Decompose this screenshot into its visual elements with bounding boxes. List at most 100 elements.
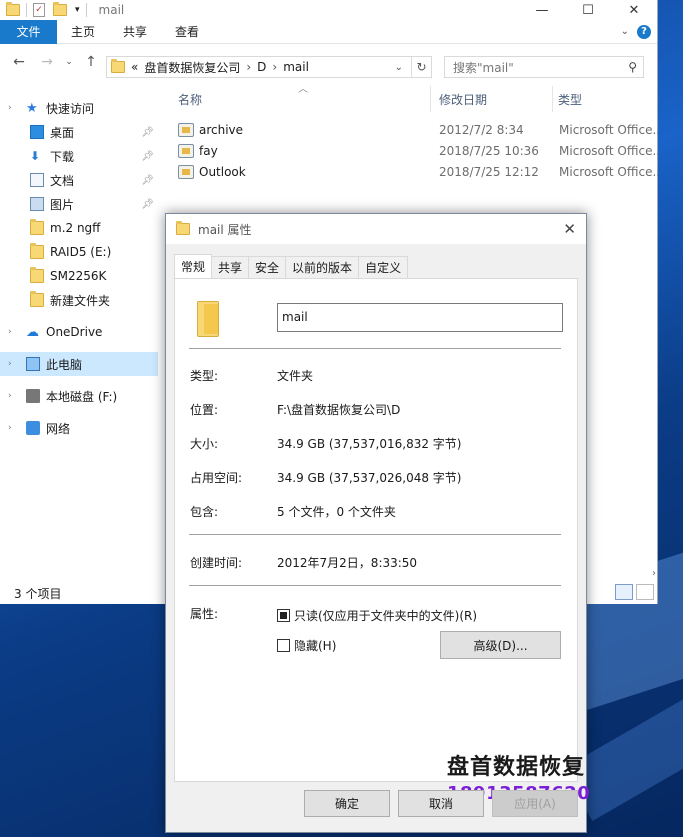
sidebar-item-label: SM2256K xyxy=(50,269,107,283)
location-label: 位置: xyxy=(190,403,219,417)
search-input[interactable]: 搜索"mail" ⚲ xyxy=(444,56,644,78)
expand-chevron-icon[interactable]: › xyxy=(8,391,12,401)
search-placeholder: 搜索"mail" xyxy=(453,60,514,75)
created-label: 创建时间: xyxy=(190,556,243,570)
quick-access-dropdown-icon[interactable]: ▾ xyxy=(75,5,80,15)
breadcrumb-item[interactable]: mail xyxy=(283,60,309,74)
sidebar-item-desktop[interactable]: 桌面 📌︎ xyxy=(0,120,158,144)
file-name: fay xyxy=(199,143,218,158)
hidden-label: 隐藏(H) xyxy=(294,639,337,653)
divider xyxy=(189,348,561,349)
column-header-date[interactable]: 修改日期 xyxy=(439,91,487,108)
file-row[interactable]: archive 2012/7/2 8:34 Microsoft Office..… xyxy=(160,119,658,140)
sidebar-item-onedrive[interactable]: › ☁ OneDrive xyxy=(0,320,158,344)
sidebar-item-label: 桌面 xyxy=(50,125,75,140)
tab-general[interactable]: 常规 xyxy=(174,254,213,278)
window-title: mail xyxy=(98,3,125,17)
minimize-button[interactable]: — xyxy=(519,0,565,20)
type-label: 类型: xyxy=(190,369,219,383)
maximize-button[interactable]: ☐ xyxy=(565,0,611,20)
sidebar-item-label: OneDrive xyxy=(46,325,103,339)
ok-button[interactable]: 确定 xyxy=(304,790,390,817)
contains-value: 5 个文件，0 个文件夹 xyxy=(277,505,396,519)
scroll-right-icon[interactable]: › xyxy=(652,568,656,579)
folder-icon xyxy=(30,291,44,307)
sidebar-item-sm2256k[interactable]: SM2256K xyxy=(0,264,158,288)
tab-view[interactable]: 查看 xyxy=(161,23,213,40)
forward-arrow-icon[interactable]: → xyxy=(36,54,58,70)
folder-icon xyxy=(111,59,125,73)
tab-previous-versions[interactable]: 以前的版本 xyxy=(285,256,360,278)
folder-icon xyxy=(176,221,190,235)
breadcrumb-item[interactable]: D xyxy=(257,60,266,74)
column-header-name[interactable]: 名称 xyxy=(178,91,202,108)
sidebar-item-new-folder[interactable]: 新建文件夹 xyxy=(0,288,158,312)
file-type: Microsoft Office... xyxy=(559,122,658,137)
readonly-checkbox[interactable]: 只读(仅应用于文件夹中的文件)(R) xyxy=(277,607,477,624)
checkbox-indeterminate[interactable] xyxy=(277,609,290,622)
help-icon[interactable]: ? xyxy=(637,24,651,39)
view-toggle xyxy=(615,584,654,600)
tab-customize[interactable]: 自定义 xyxy=(358,256,409,278)
sidebar-item-local-disk[interactable]: › 本地磁盘 (F:) xyxy=(0,384,158,408)
search-icon: ⚲ xyxy=(628,60,637,74)
tab-home[interactable]: 主页 xyxy=(57,23,109,40)
size-value: 34.9 GB (37,537,016,832 字节) xyxy=(277,437,462,451)
close-button[interactable]: ✕ xyxy=(611,0,657,20)
dialog-tabs: 常规 共享 安全 以前的版本 自定义 xyxy=(174,254,409,278)
ribbon-expand-icon[interactable]: ⌄ xyxy=(621,26,629,37)
file-row[interactable]: fay 2018/7/25 10:36 Microsoft Office... xyxy=(160,140,658,161)
tab-sharing[interactable]: 共享 xyxy=(211,256,250,278)
pin-icon: 📌︎ xyxy=(141,198,154,210)
sidebar-item-quick-access[interactable]: › ★ 快速访问 xyxy=(0,96,158,120)
breadcrumb-overflow[interactable]: « xyxy=(131,60,138,74)
address-dropdown-icon[interactable]: ⌄ xyxy=(395,62,405,73)
tab-share[interactable]: 共享 xyxy=(109,23,161,40)
expand-chevron-icon[interactable]: › xyxy=(8,359,12,369)
cancel-button[interactable]: 取消 xyxy=(398,790,484,817)
tab-file[interactable]: 文件 xyxy=(0,19,57,44)
sidebar-item-raid5[interactable]: RAID5 (E:) xyxy=(0,240,158,264)
up-arrow-icon[interactable]: ↑ xyxy=(80,54,102,70)
recent-locations-chevron-icon[interactable]: ⌄ xyxy=(64,57,74,67)
column-headers: ︿ 名称 修改日期 类型 xyxy=(160,84,658,114)
back-arrow-icon[interactable]: ← xyxy=(8,54,30,70)
contains-label: 包含: xyxy=(190,505,219,519)
refresh-icon[interactable]: ↻ xyxy=(411,57,431,77)
tab-security[interactable]: 安全 xyxy=(248,256,287,278)
outlook-data-file-icon xyxy=(178,164,194,179)
advanced-button[interactable]: 高级(D)... xyxy=(440,631,561,659)
large-icons-view-icon[interactable] xyxy=(636,584,654,600)
window-controls: — ☐ ✕ xyxy=(519,0,657,20)
details-view-icon[interactable] xyxy=(615,584,633,600)
sidebar-item-downloads[interactable]: ⬇ 下载 📌︎ xyxy=(0,144,158,168)
sidebar-item-m2-ngff[interactable]: m.2 ngff xyxy=(0,216,158,240)
download-icon: ⬇ xyxy=(30,149,41,163)
sidebar-item-documents[interactable]: 文档 📌︎ xyxy=(0,168,158,192)
breadcrumb-item[interactable]: 盘首数据恢复公司 xyxy=(144,59,240,76)
attributes-label: 属性: xyxy=(190,607,219,621)
folder-name-field[interactable]: mail xyxy=(277,303,563,332)
location-value: F:\盘首数据恢复公司\D xyxy=(277,403,401,417)
expand-chevron-icon[interactable]: › xyxy=(8,423,12,433)
sidebar-item-network[interactable]: › 网络 xyxy=(0,416,158,440)
created-value: 2012年7月2日，8:33:50 xyxy=(277,556,418,570)
new-folder-quick-icon[interactable] xyxy=(53,2,67,16)
close-icon[interactable]: ✕ xyxy=(563,220,576,238)
sidebar-item-this-pc[interactable]: › 此电脑 xyxy=(0,352,158,376)
breadcrumb-separator-icon[interactable]: › xyxy=(272,60,277,74)
properties-quick-icon[interactable]: ✓ xyxy=(33,3,45,17)
expand-chevron-icon[interactable]: › xyxy=(8,327,12,337)
address-bar[interactable]: « 盘首数据恢复公司 › D › mail ⌄ ↻ xyxy=(106,56,432,78)
hidden-checkbox[interactable]: 隐藏(H) xyxy=(277,637,336,654)
file-date: 2018/7/25 10:36 xyxy=(439,143,539,158)
checkbox-unchecked[interactable] xyxy=(277,639,290,652)
item-count: 3 个项目 xyxy=(14,586,62,601)
expand-chevron-icon[interactable]: › xyxy=(8,103,12,113)
sidebar-item-pictures[interactable]: 图片 📌︎ xyxy=(0,192,158,216)
column-header-type[interactable]: 类型 xyxy=(558,91,582,108)
size-on-disk-value: 34.9 GB (37,537,026,048 字节) xyxy=(277,471,462,485)
file-row[interactable]: Outlook 2018/7/25 12:12 Microsoft Office… xyxy=(160,161,658,182)
apply-button[interactable]: 应用(A) xyxy=(492,790,578,817)
breadcrumb-separator-icon[interactable]: › xyxy=(246,60,251,74)
